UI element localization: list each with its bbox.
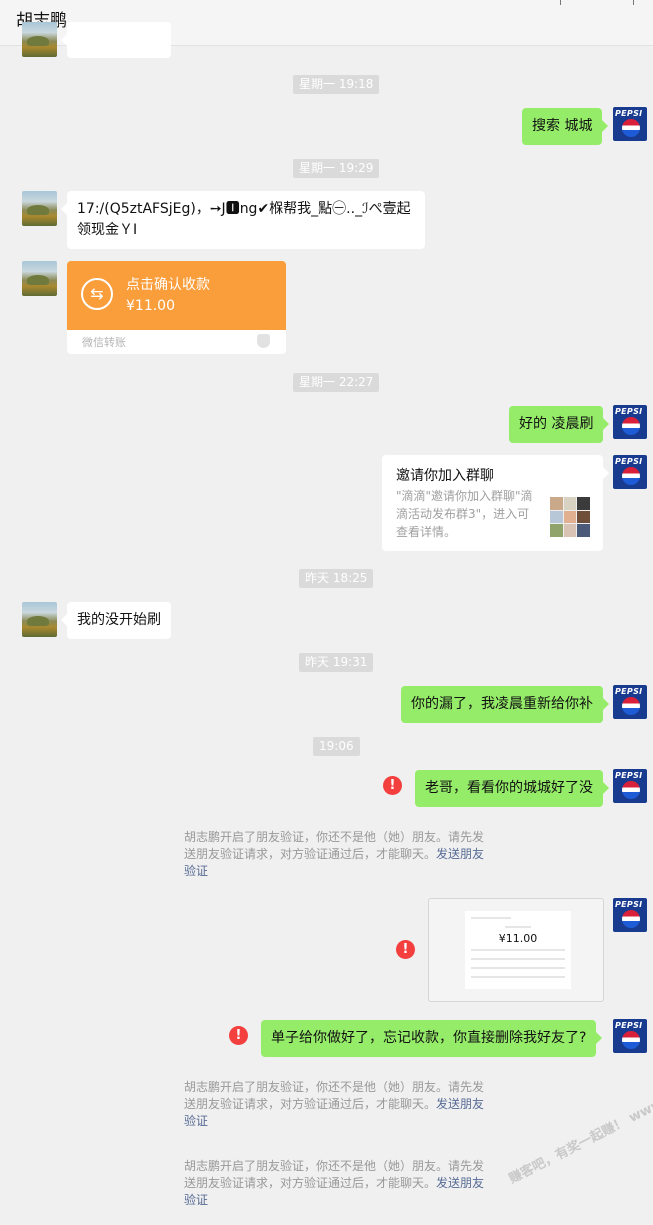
watermark: 赚客吧，有奖一起赚！ www.zuanke8.com (506, 1050, 653, 1187)
my-avatar[interactable]: PEPSI (613, 685, 647, 719)
timestamp: 星期一 22:27 (293, 373, 380, 392)
screenshot-thumbnail: ¥11.00 (465, 911, 571, 989)
send-failed-icon[interactable]: ! (229, 1026, 248, 1045)
group-invite-description: "滴滴"邀请你加入群聊"滴滴活动发布群3"，进入可查看详情。 (396, 489, 533, 539)
my-avatar[interactable]: PEPSI (613, 1019, 647, 1053)
my-avatar[interactable]: PEPSI (613, 898, 647, 932)
message-bubble-in[interactable]: 17:/(Q5ztAFSjEg)，➙J🅸ng✔椺帮我_點㊀.._ℐぺ壹起领现金Ｙ… (61, 191, 425, 249)
timestamp: 星期一 19:18 (293, 75, 380, 94)
friend-avatar[interactable] (22, 261, 57, 296)
message-bubble-in[interactable]: 我的没开始刷 (61, 602, 171, 639)
system-notice: 胡志鹏开启了朋友验证，你还不是他（她）朋友。请先发送朋友验证请求，对方验证通过后… (184, 829, 494, 880)
message-bubble-out[interactable]: 你的漏了，我凌晨重新给你补 (401, 686, 609, 723)
transfer-amount: ¥11.00 (126, 298, 175, 314)
friend-avatar[interactable] (22, 22, 57, 57)
shield-icon (257, 334, 270, 348)
my-avatar[interactable]: PEPSI (613, 455, 647, 489)
image-message[interactable]: ¥11.00 (428, 898, 604, 1002)
transfer-title: 点击确认收款 (126, 277, 210, 293)
transfer-arrows-icon: ⇆ (81, 278, 113, 310)
group-avatar-grid (550, 497, 590, 537)
my-avatar[interactable]: PEPSI (613, 107, 647, 141)
thumbnail-amount: ¥11.00 (498, 932, 538, 945)
timestamp: 昨天 18:25 (299, 569, 374, 588)
transfer-footer: 微信转账 (82, 336, 126, 349)
send-failed-icon[interactable]: ! (383, 776, 402, 795)
timestamp: 昨天 19:31 (299, 653, 374, 672)
group-invite-title: 邀请你加入群聊 (396, 468, 494, 484)
system-notice: 胡志鹏开启了朋友验证，你还不是他（她）朋友。请先发送朋友验证请求，对方验证通过后… (184, 1158, 494, 1209)
send-failed-icon[interactable]: ! (396, 940, 415, 959)
window-control-divider (560, 0, 561, 5)
friend-avatar[interactable] (22, 191, 57, 226)
transfer-card[interactable]: ⇆ 点击确认收款 ¥11.00 微信转账 (67, 261, 286, 354)
my-avatar[interactable]: PEPSI (613, 769, 647, 803)
message-bubble-partial (61, 22, 171, 58)
my-avatar[interactable]: PEPSI (613, 405, 647, 439)
group-invite-card[interactable]: 邀请你加入群聊 "滴滴"邀请你加入群聊"滴滴活动发布群3"，进入可查看详情。 (382, 455, 609, 551)
message-bubble-out[interactable]: 单子给你做好了，忘记收款，你直接删除我好友了? (261, 1020, 603, 1057)
message-bubble-out[interactable]: 老哥，看看你的城城好了没 (415, 770, 609, 807)
timestamp: 星期一 19:29 (293, 159, 380, 178)
message-bubble-out[interactable]: 好的 凌晨刷 (509, 406, 610, 443)
window-control-divider (633, 0, 634, 5)
system-notice: 胡志鹏开启了朋友验证，你还不是他（她）朋友。请先发送朋友验证请求，对方验证通过后… (184, 1079, 494, 1130)
friend-avatar[interactable] (22, 602, 57, 637)
timestamp: 19:06 (313, 737, 360, 756)
message-bubble-out[interactable]: 搜索 城城 (522, 108, 609, 145)
